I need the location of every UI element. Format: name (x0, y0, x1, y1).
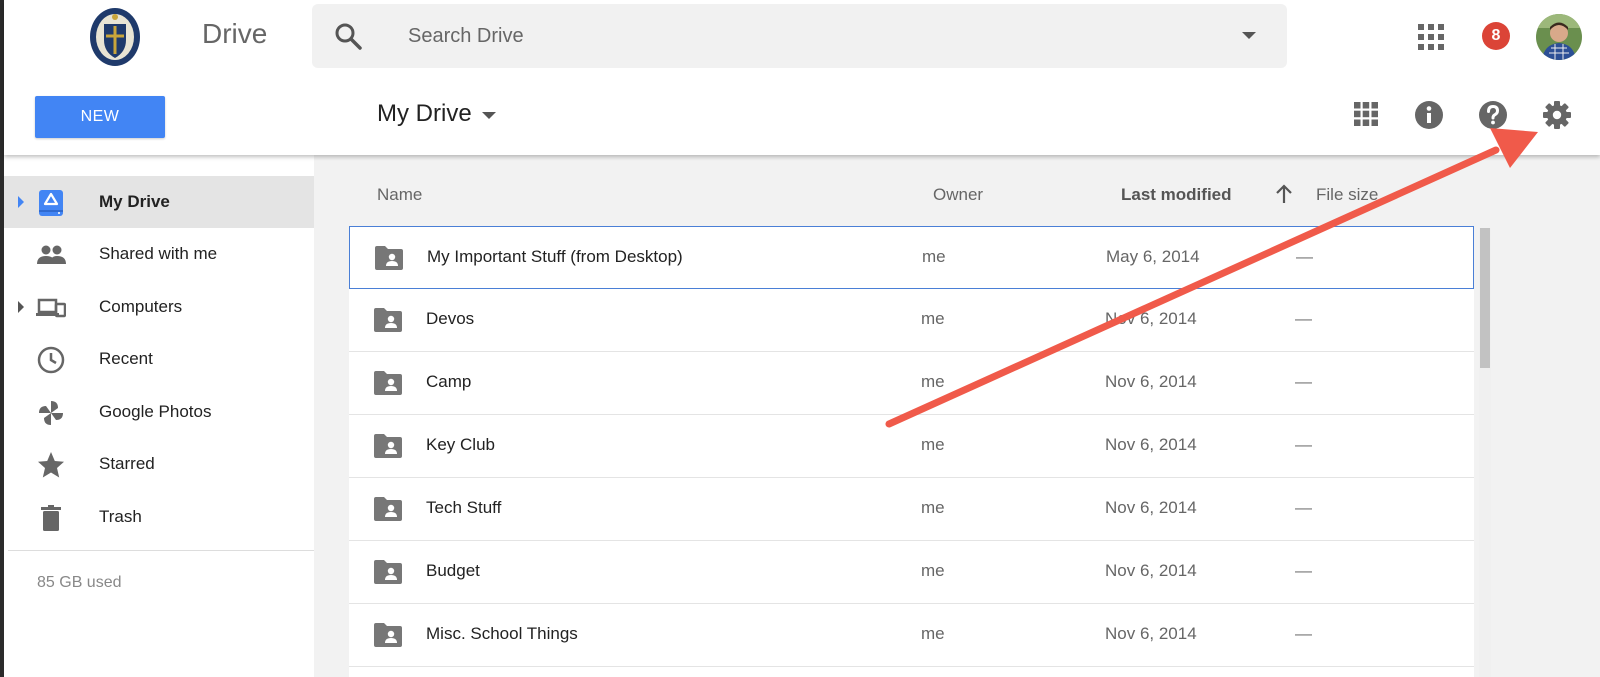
table-row[interactable]: My Important Stuff (from Desktop) me May… (349, 226, 1474, 289)
table-row[interactable]: Budget me Nov 6, 2014 — (349, 541, 1474, 604)
file-modified: Nov 6, 2014 (1105, 498, 1197, 517)
sidebar-item-label: Computers (99, 297, 183, 316)
trash-icon (41, 505, 61, 531)
expand-arrow-icon[interactable] (18, 196, 24, 208)
notification-badge[interactable]: 8 (1482, 22, 1510, 50)
file-name: Misc. School Things (426, 624, 578, 643)
sidebar-divider (8, 550, 318, 551)
file-owner: me (921, 372, 945, 391)
file-name: Camp (426, 372, 472, 391)
sidebar-item-label: Recent (99, 349, 153, 368)
search-icon[interactable] (334, 22, 362, 50)
file-owner: me (922, 247, 946, 266)
file-size: — (1295, 624, 1312, 643)
file-size: — (1295, 309, 1312, 328)
table-row[interactable]: Camp me Nov 6, 2014 — (349, 352, 1474, 415)
sidebar-item-my-drive[interactable]: My Drive (4, 176, 315, 228)
file-name: My Important Stuff (from Desktop) (427, 247, 683, 266)
search-input[interactable] (408, 18, 1188, 54)
shared-folder-icon (375, 246, 403, 270)
sidebar-item-label: Trash (99, 507, 142, 526)
column-header-owner[interactable]: Owner (933, 185, 983, 205)
file-owner: me (921, 435, 945, 454)
file-name: Key Club (426, 435, 495, 454)
people-icon (37, 245, 66, 264)
app-header: Drive 8 NEW My Drive (4, 0, 1600, 155)
column-header-last-modified[interactable]: Last modified (1121, 185, 1232, 205)
file-modified: May 6, 2014 (1106, 247, 1200, 266)
column-header-file-size[interactable]: File size (1316, 185, 1378, 205)
expand-arrow-icon[interactable] (18, 301, 24, 313)
table-row[interactable]: Key Club me Nov 6, 2014 — (349, 415, 1474, 478)
new-button[interactable]: NEW (35, 96, 165, 138)
file-size: — (1296, 247, 1313, 266)
search-bar[interactable] (312, 4, 1287, 68)
file-owner: me (921, 498, 945, 517)
sidebar-item-computers[interactable]: Computers (4, 281, 314, 333)
info-icon[interactable] (1414, 100, 1444, 130)
school-seal-logo[interactable] (88, 6, 142, 68)
file-list-area: Name Owner Last modified File size My Im… (314, 155, 1600, 677)
scrollbar-thumb[interactable] (1480, 228, 1490, 368)
pinwheel-icon (39, 401, 63, 425)
shared-folder-icon (374, 371, 402, 395)
file-size: — (1295, 435, 1312, 454)
apps-grid-icon[interactable] (1418, 24, 1444, 50)
file-size: — (1295, 498, 1312, 517)
sidebar-item-label: Shared with me (99, 244, 218, 263)
help-icon[interactable] (1478, 100, 1508, 130)
shared-folder-icon (374, 308, 402, 332)
sidebar-item-label: My Drive (99, 192, 170, 211)
sidebar-item-google-photos[interactable]: Google Photos (4, 386, 314, 438)
file-modified: Nov 6, 2014 (1105, 435, 1197, 454)
sidebar-item-trash[interactable]: Trash (4, 491, 314, 543)
clock-icon (37, 346, 65, 374)
file-size: — (1295, 372, 1312, 391)
shared-folder-icon (374, 623, 402, 647)
storage-used[interactable]: 85 GB used (37, 574, 122, 592)
sidebar-item-shared-with-me[interactable]: Shared with me (4, 228, 314, 280)
file-modified: Nov 6, 2014 (1105, 309, 1197, 328)
file-owner: me (921, 624, 945, 643)
file-modified: Nov 6, 2014 (1105, 372, 1197, 391)
scrollbar[interactable] (1479, 228, 1491, 677)
sort-ascending-icon[interactable] (1274, 183, 1294, 205)
star-icon (38, 452, 64, 478)
sidebar-item-label: Starred (99, 454, 155, 473)
file-owner: me (921, 561, 945, 580)
table-row[interactable]: Misc. School Things me Nov 6, 2014 — (349, 604, 1474, 667)
breadcrumb-my-drive[interactable]: My Drive (377, 100, 472, 128)
sidebar: My Drive Shared with me Computers Recent (4, 155, 318, 677)
file-modified: Nov 6, 2014 (1105, 624, 1197, 643)
shared-folder-icon (374, 497, 402, 521)
search-options-dropdown-icon[interactable] (1242, 32, 1256, 39)
sidebar-item-label: Google Photos (99, 402, 212, 421)
column-header-name[interactable]: Name (377, 185, 422, 205)
table-row[interactable]: Tech Stuff me Nov 6, 2014 — (349, 478, 1474, 541)
file-list: My Important Stuff (from Desktop) me May… (349, 226, 1474, 677)
file-modified: Nov 6, 2014 (1105, 561, 1197, 580)
table-row[interactable]: Devos me Nov 6, 2014 — (349, 289, 1474, 352)
file-name: Tech Stuff (426, 498, 502, 517)
settings-gear-icon[interactable] (1542, 100, 1572, 130)
file-owner: me (921, 309, 945, 328)
sidebar-item-recent[interactable]: Recent (4, 333, 314, 385)
file-name: Budget (426, 561, 480, 580)
drive-icon (39, 190, 63, 216)
file-name: Devos (426, 309, 475, 328)
shared-folder-icon (374, 434, 402, 458)
file-size: — (1295, 561, 1312, 580)
grid-view-icon[interactable] (1354, 102, 1378, 126)
computers-icon (36, 298, 66, 318)
shared-folder-icon (374, 560, 402, 584)
breadcrumb-dropdown-icon[interactable] (482, 112, 496, 119)
avatar[interactable] (1536, 14, 1582, 60)
sidebar-item-starred[interactable]: Starred (4, 438, 314, 490)
app-name: Drive (202, 18, 268, 49)
